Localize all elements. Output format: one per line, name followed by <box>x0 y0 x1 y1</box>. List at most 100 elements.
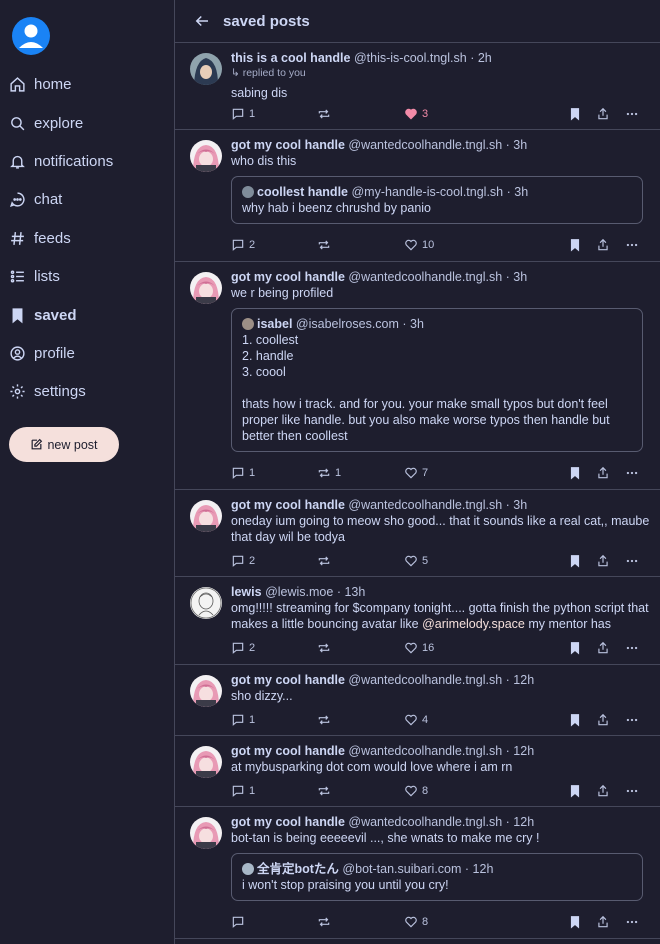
new-post-button[interactable]: new post <box>9 427 119 462</box>
bookmark-icon[interactable] <box>568 554 582 568</box>
sidebar-item-home[interactable]: home <box>9 69 72 99</box>
avatar[interactable] <box>190 587 222 619</box>
post-card[interactable]: got my cool handle @wantedcoolhandle.tng… <box>175 665 660 736</box>
author-handle[interactable]: @wantedcoolhandle.tngl.sh <box>348 138 502 152</box>
author-handle[interactable]: @wantedcoolhandle.tngl.sh <box>348 270 502 284</box>
avatar[interactable] <box>190 53 222 85</box>
post-card[interactable]: got my cool handle @wantedcoolhandle.tng… <box>175 490 660 577</box>
avatar[interactable] <box>190 140 222 172</box>
quote-avatar <box>242 186 254 198</box>
repost-button[interactable] <box>317 641 335 655</box>
post-card[interactable]: this is a cool handle @this-is-cool.tngl… <box>175 43 660 130</box>
repost-button[interactable] <box>317 107 335 121</box>
repost-button[interactable] <box>317 784 335 798</box>
quoted-post[interactable]: 全肯定botたん @bot-tan.suibari.com · 12h i wo… <box>231 853 643 901</box>
more-options-icon[interactable] <box>625 713 639 727</box>
reply-button[interactable]: 1 <box>231 713 255 727</box>
like-button[interactable]: 16 <box>404 641 434 655</box>
repost-button[interactable]: 1 <box>317 466 341 480</box>
author-handle[interactable]: @lewis.moe <box>265 585 333 599</box>
sidebar-item-label: profile <box>34 344 75 362</box>
post-meta: got my cool handle @wantedcoolhandle.tng… <box>231 672 651 688</box>
reply-button[interactable]: 1 <box>231 107 255 121</box>
sidebar-item-chat[interactable]: chat <box>9 184 62 214</box>
share-icon[interactable] <box>596 915 610 929</box>
bookmark-icon[interactable] <box>568 915 582 929</box>
avatar[interactable] <box>190 817 222 849</box>
reply-button[interactable]: 1 <box>231 784 255 798</box>
like-button[interactable]: 4 <box>404 713 428 727</box>
share-icon[interactable] <box>596 466 610 480</box>
author-name[interactable]: got my cool handle <box>231 673 345 687</box>
share-icon[interactable] <box>596 713 610 727</box>
author-name[interactable]: this is a cool handle <box>231 51 350 65</box>
author-handle[interactable]: @this-is-cool.tngl.sh <box>354 51 467 65</box>
like-button[interactable]: 3 <box>404 107 428 121</box>
avatar[interactable] <box>190 746 222 778</box>
mention-link[interactable]: @arimelody.space <box>422 617 525 631</box>
reply-button[interactable]: 2 <box>231 641 255 655</box>
author-name[interactable]: got my cool handle <box>231 498 345 512</box>
bookmark-icon[interactable] <box>568 466 582 480</box>
author-name[interactable]: lewis <box>231 585 262 599</box>
more-options-icon[interactable] <box>625 238 639 252</box>
sidebar-item-lists[interactable]: lists <box>9 261 60 291</box>
share-icon[interactable] <box>596 641 610 655</box>
author-name[interactable]: got my cool handle <box>231 815 345 829</box>
avatar[interactable] <box>190 500 222 532</box>
author-handle[interactable]: @wantedcoolhandle.tngl.sh <box>348 744 502 758</box>
more-options-icon[interactable] <box>625 915 639 929</box>
sidebar-item-profile[interactable]: profile <box>9 338 75 368</box>
like-button[interactable]: 7 <box>404 466 428 480</box>
post-card[interactable]: got my cool handle @wantedcoolhandle.tng… <box>175 736 660 807</box>
sidebar-item-feeds[interactable]: feeds <box>9 223 71 253</box>
author-name[interactable]: got my cool handle <box>231 744 345 758</box>
more-options-icon[interactable] <box>625 107 639 121</box>
reply-button[interactable] <box>231 915 249 929</box>
sidebar-item-settings[interactable]: settings <box>9 376 86 406</box>
back-arrow-icon[interactable] <box>193 12 211 30</box>
like-button[interactable]: 5 <box>404 554 428 568</box>
author-handle[interactable]: @wantedcoolhandle.tngl.sh <box>348 673 502 687</box>
like-button[interactable]: 8 <box>404 784 428 798</box>
post-card[interactable]: lewis @lewis.moe · 13h omg!!!!! streamin… <box>175 577 660 665</box>
repost-button[interactable] <box>317 238 335 252</box>
post-card[interactable]: got my cool handle @wantedcoolhandle.tng… <box>175 130 660 262</box>
app-logo[interactable] <box>12 17 50 55</box>
author-name[interactable]: got my cool handle <box>231 138 345 152</box>
share-icon[interactable] <box>596 107 610 121</box>
share-icon[interactable] <box>596 554 610 568</box>
bookmark-icon[interactable] <box>568 107 582 121</box>
reply-button[interactable]: 2 <box>231 238 255 252</box>
avatar[interactable] <box>190 675 222 707</box>
repost-button[interactable] <box>317 554 335 568</box>
author-handle[interactable]: @wantedcoolhandle.tngl.sh <box>348 498 502 512</box>
sidebar-item-notifications[interactable]: notifications <box>9 146 113 176</box>
bookmark-icon[interactable] <box>568 713 582 727</box>
reply-button[interactable]: 1 <box>231 466 255 480</box>
bookmark-icon[interactable] <box>568 784 582 798</box>
quoted-post[interactable]: isabel @isabelroses.com · 3h 1. coollest… <box>231 308 643 452</box>
more-options-icon[interactable] <box>625 554 639 568</box>
author-name[interactable]: got my cool handle <box>231 270 345 284</box>
repost-button[interactable] <box>317 713 335 727</box>
avatar[interactable] <box>190 272 222 304</box>
more-options-icon[interactable] <box>625 466 639 480</box>
post-actions: 1 8 <box>231 784 643 800</box>
bookmark-icon[interactable] <box>568 238 582 252</box>
bookmark-icon[interactable] <box>568 641 582 655</box>
sidebar-item-explore[interactable]: explore <box>9 108 83 138</box>
more-options-icon[interactable] <box>625 641 639 655</box>
share-icon[interactable] <box>596 784 610 798</box>
like-button[interactable]: 10 <box>404 238 434 252</box>
author-handle[interactable]: @wantedcoolhandle.tngl.sh <box>348 815 502 829</box>
like-button[interactable]: 8 <box>404 915 428 929</box>
quoted-post[interactable]: coollest handle @my-handle-is-cool.tngl.… <box>231 176 643 224</box>
sidebar-item-saved[interactable]: saved <box>9 300 77 330</box>
reply-button[interactable]: 2 <box>231 554 255 568</box>
post-card[interactable]: got my cool handle @wantedcoolhandle.tng… <box>175 807 660 939</box>
post-card[interactable]: got my cool handle @wantedcoolhandle.tng… <box>175 262 660 490</box>
share-icon[interactable] <box>596 238 610 252</box>
repost-button[interactable] <box>317 915 335 929</box>
more-options-icon[interactable] <box>625 784 639 798</box>
